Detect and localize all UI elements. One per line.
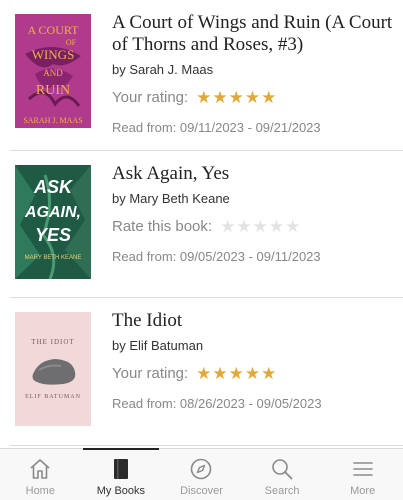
read-dates: Read from: 09/05/2023 - 09/11/2023 [112,249,321,264]
read-dates: Read from: 08/26/2023 - 09/05/2023 [112,396,322,411]
tab-label: Search [264,485,300,497]
book-cover-art: THE IDIOT ELIF BATUMAN [15,312,91,426]
star-icon[interactable]: ★ [253,218,268,235]
tab-label: My Books [96,485,146,497]
star-icon[interactable]: ★ [245,365,260,382]
rating-row: Your rating: ★ ★ ★ ★ ★ [112,365,395,382]
search-icon [272,459,293,480]
star-icon[interactable]: ★ [229,89,244,106]
book-cover-art: ASK AGAIN, YES MARY BETH KEANE [15,165,91,279]
book-author[interactable]: by Elif Batuman [112,338,395,353]
tab-my-books[interactable]: My Books [81,448,162,500]
rating-label: Rate this book: [112,218,213,235]
rating-row: Rate this book: ★ ★ ★ ★ ★ [112,218,395,235]
tab-label: Discover [180,485,223,497]
home-icon [30,459,50,479]
book-cover[interactable]: A COURT OF WINGS AND RUIN SARAH J. MAAS [15,14,91,128]
cover-text: AND [43,68,63,78]
book-cover-art: A COURT OF WINGS AND RUIN SARAH J. MAAS [15,14,91,128]
star-icon[interactable]: ★ [212,365,227,382]
book-list: A COURT OF WINGS AND RUIN SARAH J. MAAS … [0,0,403,448]
star-rating[interactable]: ★ ★ ★ ★ ★ [220,218,300,235]
star-icon[interactable]: ★ [196,365,211,382]
star-icon[interactable]: ★ [212,89,227,106]
menu-icon [352,462,373,476]
tab-more[interactable]: More [322,449,403,500]
cover-text: ASK [33,177,74,197]
tab-discover[interactable]: Discover [161,449,242,500]
star-icon[interactable]: ★ [269,218,284,235]
compass-icon [191,458,212,480]
cover-text: YES [35,225,71,245]
cover-text: RUIN [36,83,70,98]
book-cover[interactable]: ASK AGAIN, YES MARY BETH KEANE [15,165,91,279]
cover-text: A COURT [28,23,80,37]
star-rating[interactable]: ★ ★ ★ ★ ★ [196,89,276,106]
book-row[interactable]: THE IDIOT ELIF BATUMAN The Idiot by Elif… [10,298,403,446]
cover-text: MARY BETH KEANE [25,255,82,261]
book-author[interactable]: by Mary Beth Keane [112,191,395,206]
star-icon[interactable]: ★ [236,218,251,235]
book-info: The Idiot by Elif Batuman Your rating: ★… [112,310,395,411]
book-info: Ask Again, Yes by Mary Beth Keane Rate t… [112,163,395,264]
tab-label: Home [25,485,55,497]
rating-label: Your rating: [112,365,189,382]
cover-text: THE IDIOT [31,338,74,346]
cover-text: SARAH J. MAAS [23,116,82,125]
book-icon [113,459,128,479]
cover-text: WINGS [32,47,75,62]
book-row[interactable]: A COURT OF WINGS AND RUIN SARAH J. MAAS … [10,0,403,151]
book-title[interactable]: A Court of Wings and Ruin (A Court of Th… [112,12,395,56]
star-icon[interactable]: ★ [245,89,260,106]
book-author[interactable]: by Sarah J. Maas [112,62,395,77]
cover-text: OF [66,38,77,47]
book-row[interactable]: ASK AGAIN, YES MARY BETH KEANE Ask Again… [10,151,403,298]
tab-search[interactable]: Search [242,449,323,500]
cover-text: AGAIN, [24,204,81,221]
star-icon[interactable]: ★ [220,218,235,235]
star-icon[interactable]: ★ [285,218,300,235]
book-cover[interactable]: THE IDIOT ELIF BATUMAN [15,312,91,426]
tab-home[interactable]: Home [0,449,81,500]
bottom-tab-bar: Home My Books Discover Search More [0,448,403,500]
rating-label: Your rating: [112,89,189,106]
rating-row: Your rating: ★ ★ ★ ★ ★ [112,89,395,106]
star-icon[interactable]: ★ [261,89,276,106]
star-icon[interactable]: ★ [196,89,211,106]
book-title[interactable]: The Idiot [112,310,395,332]
star-icon[interactable]: ★ [261,365,276,382]
book-title[interactable]: Ask Again, Yes [112,163,395,185]
star-rating[interactable]: ★ ★ ★ ★ ★ [196,365,276,382]
tab-label: More [350,485,376,497]
cover-text: ELIF BATUMAN [25,394,81,400]
read-dates: Read from: 09/11/2023 - 09/21/2023 [112,120,321,135]
book-info: A Court of Wings and Ruin (A Court of Th… [112,12,395,135]
star-icon[interactable]: ★ [229,365,244,382]
